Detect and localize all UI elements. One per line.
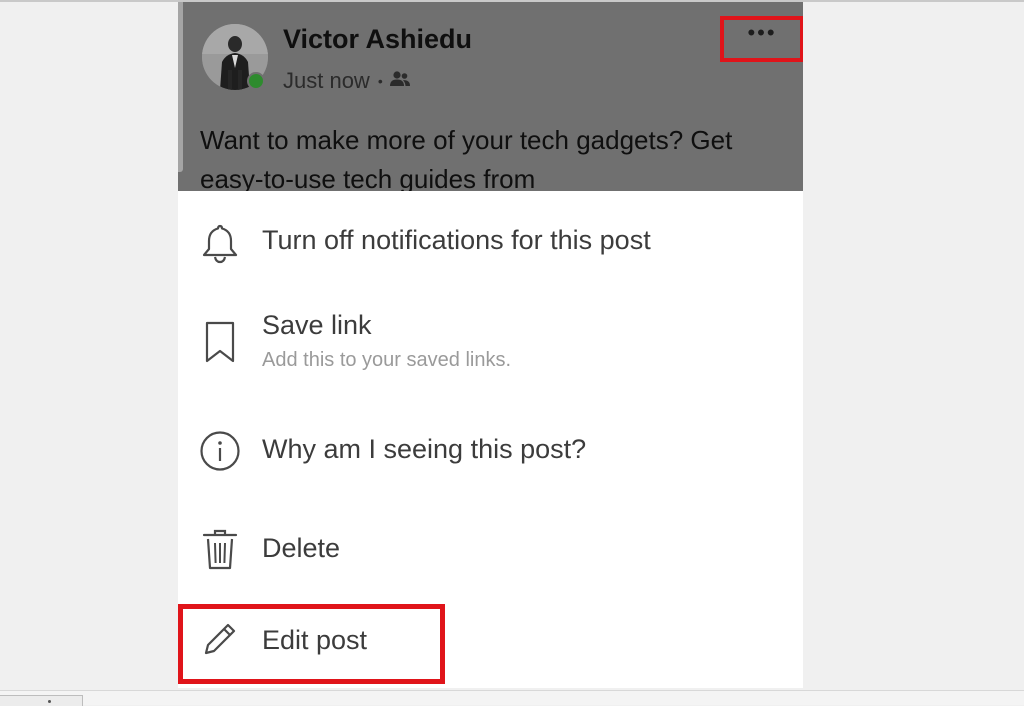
info-icon [198, 430, 242, 472]
post-options-screen: Victor Ashiedu Just now • ••• Want to ma… [178, 2, 803, 688]
post-author-name[interactable]: Victor Ashiedu [283, 24, 472, 55]
menu-item-turn-off-notifications[interactable]: Turn off notifications for this post [178, 191, 803, 291]
bottom-marker [48, 700, 51, 703]
bell-icon [198, 222, 242, 264]
bookmark-icon [198, 320, 242, 364]
menu-item-label: Turn off notifications for this post [262, 225, 651, 255]
scroll-edge [178, 2, 183, 172]
online-status-indicator [247, 72, 265, 90]
post-text: Want to make more of your tech gadgets? … [200, 125, 733, 191]
bottom-tab[interactable] [0, 695, 83, 706]
trash-icon [198, 527, 242, 571]
more-options-icon: ••• [747, 20, 777, 45]
menu-item-delete[interactable]: Delete [178, 501, 803, 597]
menu-item-sublabel: Add this to your saved links. [262, 349, 512, 371]
menu-item-why-seeing[interactable]: Why am I seeing this post? [178, 401, 803, 501]
post-timestamp[interactable]: Just now [283, 68, 370, 94]
more-options-button[interactable]: ••• [720, 16, 803, 62]
menu-item-label: Save link [262, 310, 372, 340]
post-meta: Just now • [283, 68, 411, 94]
menu-item-label: Why am I seeing this post? [262, 434, 587, 464]
meta-separator: • [377, 73, 383, 89]
menu-item-label: Delete [262, 533, 341, 563]
edit-post-highlight [178, 604, 445, 684]
friends-icon [389, 68, 411, 94]
menu-item-save-link[interactable]: Save link Add this to your saved links. [178, 291, 803, 401]
dimmed-post: Victor Ashiedu Just now • ••• Want to ma… [178, 2, 803, 191]
window-bottom-strip [0, 690, 1024, 706]
